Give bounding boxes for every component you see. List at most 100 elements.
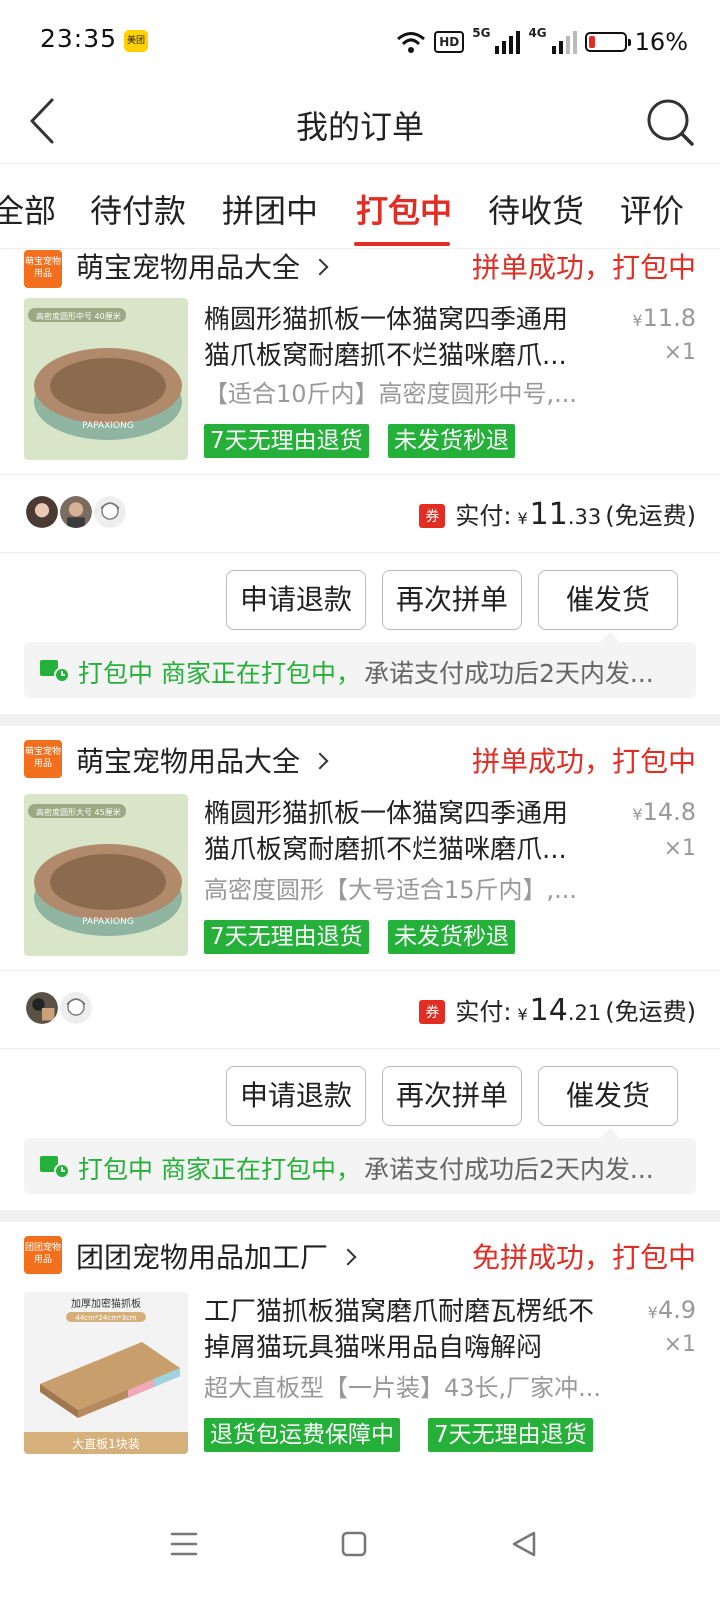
battery-icon [584,32,631,52]
search-icon[interactable] [644,96,696,148]
shop-logo: 萌宝宠物用品 [24,740,62,778]
shop-name-link[interactable]: 萌宝宠物用品大全 [76,740,329,780]
product-price: ¥11.8 [632,304,696,332]
shop-logo: 团团宠物用品 [24,1236,62,1274]
group-avatars [24,990,94,1026]
order-tabs: 全部 待付款 拼团中 打包中 待收货 评价 [0,163,720,249]
product-title-line1: 椭圆形猫抓板一体猫窝四季通用 [204,799,569,829]
tag-instant-refund: 未发货秒退 [388,424,515,458]
product-quantity: ×1 [663,340,696,365]
shop-name-link[interactable]: 团团宠物用品加工厂 [76,1236,357,1276]
cat-scratcher-bowl-image: 高密度圆形大号 45厘米 PAPAXIONG [24,794,188,956]
request-refund-button[interactable]: 申请退款 [226,570,366,630]
order-status: 拼单成功，打包中 [471,251,696,284]
divider [0,970,720,971]
product-title[interactable]: 工厂猫抓板猫窝磨爪耐磨瓦楞纸不 掉屑猫玩具猫咪用品自嗨解闷 [204,1294,616,1366]
signal-4g-label: 4G [528,26,547,40]
order-card[interactable]: 萌宝宠物用品 萌宝宠物用品大全 拼单成功，打包中 高密度圆形中号 40厘米 PA… [0,250,720,712]
product-image[interactable]: 高密度圆形大号 45厘米 PAPAXIONG [24,794,188,956]
tag-7day-return: 7天无理由退货 [428,1418,593,1452]
cat-scratcher-board-image: 加厚加密猫抓板 44cm*24cm*3cm 大直板1块装 [24,1292,188,1454]
product-quantity: ×1 [663,836,696,861]
regroup-button[interactable]: 再次拼单 [382,570,522,630]
price-yen: ¥ [632,311,643,330]
tab-group-buying[interactable]: 拼团中 [222,186,318,232]
price-value: 4.9 [657,1296,696,1324]
notice-status-text: 打包中 商家正在打包中， [78,1155,361,1184]
tab-pending-payment[interactable]: 待付款 [90,186,186,232]
tab-review[interactable]: 评价 [620,186,684,232]
header: 我的订单 [0,84,720,160]
paid-label: 实付: [455,998,512,1026]
product-quantity: ×1 [663,1332,696,1357]
paid-amount: 券 实付: ¥ 11 .33 (免运费) [419,496,696,532]
paid-int: 11 [529,497,568,532]
avatar [24,494,60,530]
shop-name: 萌宝宠物用品大全 [76,745,301,778]
tab-pending-receipt[interactable]: 待收货 [488,186,584,232]
square-home-icon[interactable] [334,1524,374,1564]
product-image-brand: PAPAXIONG [82,421,134,431]
signal-4g-icon [551,31,577,54]
order-card[interactable]: 萌宝宠物用品 萌宝宠物用品大全 拼单成功，打包中 高密度圆形大号 45厘米 PA… [0,740,720,1210]
shipping-notice[interactable]: 打包中 商家正在打包中， 承诺支付成功后2天内发... [24,1128,696,1194]
paid-yen: ¥ [517,1005,528,1024]
page-title: 我的订单 [295,108,424,146]
product-image[interactable]: 加厚加密猫抓板 44cm*24cm*3cm 大直板1块装 [24,1292,188,1454]
urge-shipping-button[interactable]: 催发货 [538,1066,678,1126]
paid-yen: ¥ [517,509,528,528]
delivery-truck-icon [40,1156,70,1178]
chevron-right-icon [311,752,329,770]
product-title-line2: 猫爪板窝耐磨抓不烂猫咪磨爪... [204,835,567,865]
coupon-badge: 券 [419,1000,446,1024]
shop-name-link[interactable]: 萌宝宠物用品大全 [76,246,329,286]
product-image-label: 大直板1块装 [72,1437,140,1451]
product-image-brand: PAPAXIONG [82,917,134,927]
price-yen: ¥ [632,805,643,824]
cat-scratcher-bowl-image: 高密度圆形中号 40厘米 PAPAXIONG [24,298,188,460]
shop-logo: 萌宝宠物用品 [24,250,62,288]
product-title-line1: 椭圆形猫抓板一体猫窝四季通用 [204,305,569,335]
shipping-label: (免运费) [605,998,696,1026]
product-image-caption: 加厚加密猫抓板 [71,1297,141,1310]
notice-status-text: 打包中 商家正在打包中， [78,659,361,688]
order-status: 免拼成功，打包中 [471,1241,696,1274]
product-title[interactable]: 椭圆形猫抓板一体猫窝四季通用 猫爪板窝耐磨抓不烂猫咪磨爪... [204,796,604,868]
chevron-right-icon [311,258,329,276]
tag-instant-refund: 未发货秒退 [388,920,515,954]
signal-5g-label: 5G [472,26,491,40]
paid-dec: .21 [567,1001,602,1025]
triangle-back-icon[interactable] [504,1524,544,1564]
tag-return-shipping-insurance: 退货包运费保障中 [204,1418,400,1452]
product-title-line2: 猫爪板窝耐磨抓不烂猫咪磨爪... [204,341,567,371]
product-title[interactable]: 椭圆形猫抓板一体猫窝四季通用 猫爪板窝耐磨抓不烂猫咪磨爪... [204,302,604,374]
tag-7day-return: 7天无理由退货 [204,920,369,954]
status-icons: HD 5G 4G 16% [396,26,688,58]
battery-level-fill [588,36,595,48]
shop-name: 团团宠物用品加工厂 [76,1241,329,1274]
hd-icon: HD [434,31,465,53]
tag-7day-return: 7天无理由退货 [204,424,369,458]
section-separator [0,714,720,726]
tab-all[interactable]: 全部 [0,186,56,232]
product-sku: 高密度圆形【大号适合15斤内】,... [204,876,578,904]
shipping-notice[interactable]: 打包中 商家正在打包中， 承诺支付成功后2天内发... [24,632,696,698]
tab-packing[interactable]: 打包中 [356,186,452,232]
request-refund-button[interactable]: 申请退款 [226,1066,366,1126]
urge-shipping-button[interactable]: 催发货 [538,570,678,630]
menu-icon[interactable] [164,1524,204,1564]
product-price: ¥14.8 [632,798,696,826]
product-title-line2: 掉屑猫玩具猫咪用品自嗨解闷 [204,1333,543,1363]
divider [0,474,720,475]
regroup-button[interactable]: 再次拼单 [382,1066,522,1126]
product-image-size: 44cm*24cm*3cm [75,1314,136,1322]
product-sku: 【适合10斤内】高密度圆形中号,... [204,380,578,408]
group-avatars [24,494,128,530]
product-image-caption: 高密度圆形中号 40厘米 [36,311,121,321]
order-card[interactable]: 团团宠物用品 团团宠物用品加工厂 免拼成功，打包中 加厚加密猫抓板 44cm*2… [0,1236,720,1476]
divider [0,1048,720,1049]
delivery-truck-icon [40,660,70,682]
paid-amount: 券 实付: ¥ 14 .21 (免运费) [419,992,696,1028]
product-title-line1: 工厂猫抓板猫窝磨爪耐磨瓦楞纸不 [204,1297,595,1327]
product-image[interactable]: 高密度圆形中号 40厘米 PAPAXIONG [24,298,188,460]
